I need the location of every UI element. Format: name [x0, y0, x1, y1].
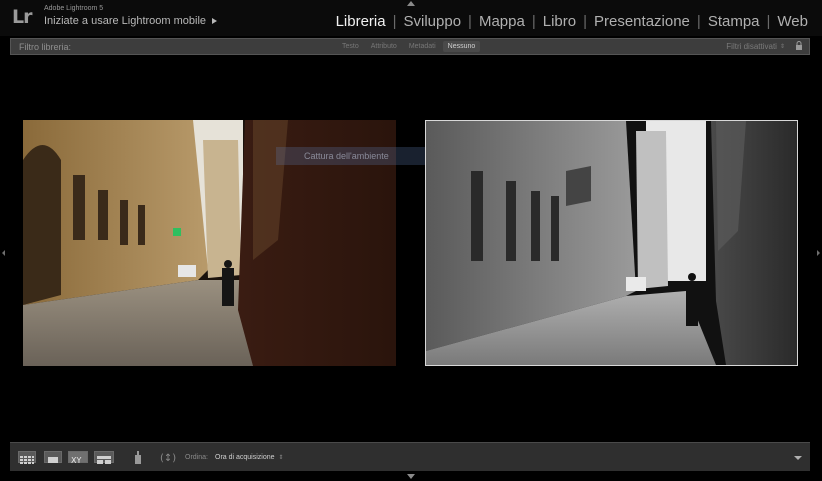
loupe-tooltip: Cattura dell'ambiente [276, 147, 428, 165]
identity-plate: Lr Adobe Lightroom 5 Iniziate a usare Li… [0, 0, 822, 36]
module-picker: Libreria | Sviluppo | Mappa | Libro | Pr… [330, 13, 814, 30]
survey-view-button[interactable] [94, 451, 114, 464]
grid-view-icon [20, 456, 34, 464]
updown-icon: ⇕ [278, 455, 284, 461]
updown-icon: ⇕ [779, 44, 785, 50]
library-filter-bar: Filtro libreria: Testo Attributo Metadat… [10, 38, 810, 55]
module-sviluppo[interactable]: Sviluppo [398, 13, 468, 30]
painter-icon[interactable] [134, 451, 142, 464]
loupe-view-button[interactable] [44, 451, 62, 463]
grid-view-button[interactable] [18, 451, 36, 464]
street-photo-bw [426, 121, 797, 365]
filter-tabs: Testo Attributo Metadati Nessuno [337, 41, 481, 52]
filter-tab-testo[interactable]: Testo [337, 41, 364, 52]
play-icon [212, 18, 218, 24]
collapse-right-panel-icon[interactable] [817, 250, 820, 256]
filter-tab-metadati[interactable]: Metadati [404, 41, 441, 52]
compare-view-button[interactable]: XY [68, 451, 88, 465]
filter-label: Filtro libreria: [19, 42, 72, 52]
module-web[interactable]: Web [771, 13, 814, 30]
module-mappa[interactable]: Mappa [473, 13, 531, 30]
sort-value: Ora di acquisizione [215, 454, 275, 461]
collapse-left-panel-icon[interactable] [2, 250, 5, 256]
filter-status-label: Filtri disattivati [726, 42, 777, 51]
filter-presets-dropdown[interactable]: Filtri disattivati ⇕ [726, 42, 785, 51]
sort-direction-icon[interactable]: (↕) [160, 451, 180, 464]
mobile-promo-link[interactable]: Iniziate a usare Lightroom mobile [44, 15, 218, 27]
loupe-view-icon [48, 457, 58, 463]
lightroom-logo: Lr [12, 6, 33, 28]
filter-tab-nessuno[interactable]: Nessuno [442, 41, 481, 52]
module-libreria[interactable]: Libreria [330, 13, 392, 30]
toolbar-options-icon[interactable] [794, 456, 802, 460]
lock-icon[interactable] [795, 41, 803, 51]
collapse-top-panel-icon[interactable] [407, 1, 415, 6]
candidate-photo[interactable] [425, 120, 798, 366]
app-name: Adobe Lightroom 5 [44, 5, 104, 12]
compare-view-icon: XY [71, 456, 81, 465]
module-presentazione[interactable]: Presentazione [588, 13, 696, 30]
collapse-filmstrip-icon[interactable] [407, 474, 415, 479]
svg-text:(↕): (↕) [160, 453, 176, 464]
module-libro[interactable]: Libro [537, 13, 582, 30]
filter-tab-attributo[interactable]: Attributo [366, 41, 402, 52]
sort-dropdown[interactable]: Ora di acquisizione ⇕ [215, 454, 284, 461]
survey-view-icon [97, 456, 111, 464]
library-toolbar: XY (↕) Ordina: Ora di acquisizione ⇕ [10, 442, 810, 471]
sort-label: Ordina: [185, 454, 208, 461]
mobile-promo-label: Iniziate a usare Lightroom mobile [44, 15, 207, 27]
svg-text:XY: XY [71, 456, 81, 465]
module-stampa[interactable]: Stampa [702, 13, 766, 30]
